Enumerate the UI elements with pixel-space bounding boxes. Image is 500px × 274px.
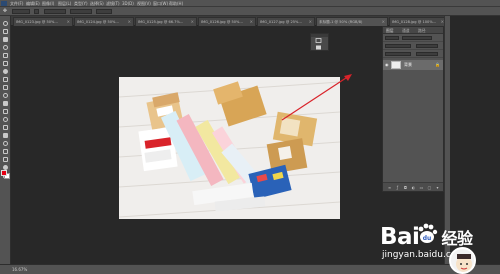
watermark-brand-text: Bai bbox=[380, 224, 420, 250]
filter-type-dropdown[interactable] bbox=[385, 36, 399, 40]
tab-channels[interactable]: 通道 bbox=[402, 28, 410, 34]
layer-thumbnail bbox=[391, 61, 401, 69]
mini-panel-grip[interactable] bbox=[311, 34, 328, 37]
fill-field[interactable] bbox=[416, 52, 438, 56]
layers-panel-header: 图层 通道 路径 bbox=[383, 27, 443, 34]
layers-panel-footer: ∞ ƒ ◘ ◐ ▭ ▢ ▾ bbox=[383, 182, 443, 191]
eye-icon[interactable]: ◉ bbox=[385, 62, 389, 67]
blend-mode-row bbox=[383, 43, 443, 50]
layer-filter-row bbox=[383, 35, 443, 42]
layers-panel: 图层 通道 路径 ◉ 背景 🔒 ∞ ƒ ◘ ◐ ▭ ▢ ▾ bbox=[382, 26, 444, 192]
link-layers-icon[interactable]: ∞ bbox=[387, 185, 392, 190]
layer-name: 背景 bbox=[404, 62, 412, 67]
new-layer-icon[interactable]: ▢ bbox=[427, 185, 432, 190]
properties-icon[interactable] bbox=[315, 45, 322, 50]
lock-row bbox=[383, 51, 443, 58]
filter-buttons[interactable] bbox=[402, 36, 432, 40]
mascot-badge bbox=[449, 247, 476, 274]
lock-buttons[interactable] bbox=[385, 52, 411, 56]
history-icon[interactable] bbox=[315, 38, 322, 43]
delete-layer-icon[interactable]: ▾ bbox=[435, 185, 440, 190]
floating-mini-panel bbox=[310, 33, 329, 51]
status-bar: 16.67% bbox=[0, 264, 500, 274]
foreground-color-swatch[interactable] bbox=[1, 170, 7, 176]
tab-paths[interactable]: 路径 bbox=[418, 28, 426, 34]
svg-text:du: du bbox=[423, 235, 432, 242]
baidu-paw-icon: du bbox=[418, 223, 438, 243]
add-mask-icon[interactable]: ◘ bbox=[403, 185, 408, 190]
blend-mode-dropdown[interactable] bbox=[385, 44, 411, 48]
zoom-level[interactable]: 16.67% bbox=[12, 267, 27, 272]
layer-row-background[interactable]: ◉ 背景 🔒 bbox=[383, 60, 443, 70]
adjustment-layer-icon[interactable]: ◐ bbox=[411, 185, 416, 190]
opacity-field[interactable] bbox=[416, 44, 438, 48]
layer-style-icon[interactable]: ƒ bbox=[395, 185, 400, 190]
lock-icon: 🔒 bbox=[435, 62, 440, 67]
new-group-icon[interactable]: ▭ bbox=[419, 185, 424, 190]
tab-layers[interactable]: 图层 bbox=[386, 28, 394, 34]
watermark-brand-tail: 经验 bbox=[441, 229, 473, 248]
